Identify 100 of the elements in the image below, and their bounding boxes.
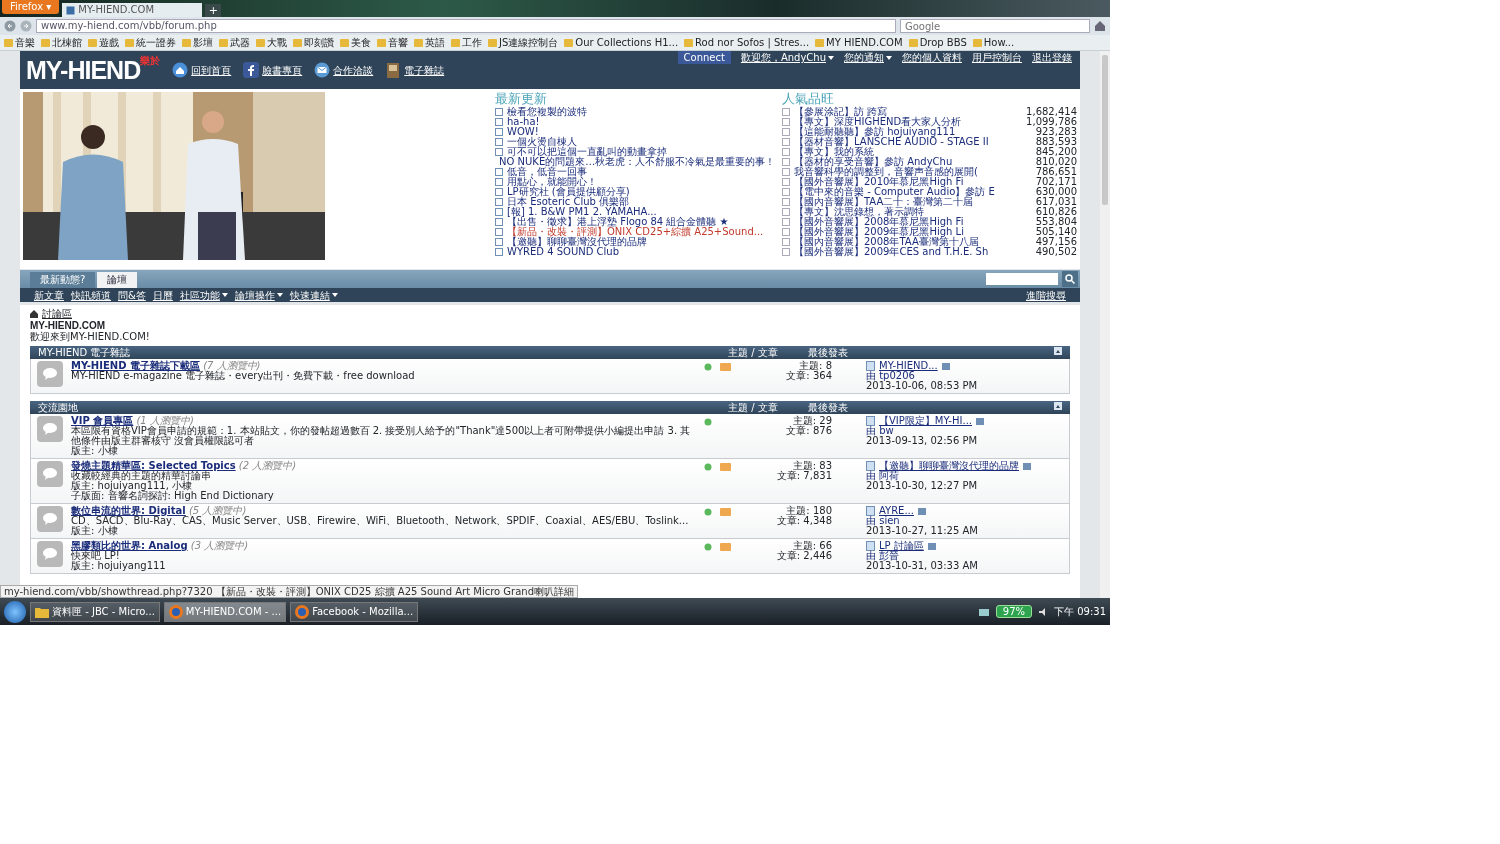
thread-link[interactable]: 【參展涂記】訪 跨寫 xyxy=(794,107,888,117)
thread-link[interactable]: 【邀聽】聊聊臺灣沒代理的品牌 xyxy=(507,237,647,247)
user-menu-link[interactable]: 退出登錄 xyxy=(1032,52,1072,63)
nav-tab[interactable]: 論壇 xyxy=(97,272,138,288)
bookmark[interactable]: Rod nor Sofos | Stres... xyxy=(684,37,810,48)
nav-link[interactable]: 日曆 xyxy=(152,289,173,301)
bookmark[interactable]: 武器 xyxy=(219,37,250,48)
user-menu-link[interactable]: 您的個人資料 xyxy=(902,52,962,63)
taskbar-button[interactable]: Facebook - Mozilla... xyxy=(290,601,419,622)
thread-link[interactable]: WOW! xyxy=(507,127,539,137)
forum-link[interactable]: 發燒主題精華區: Selected Topics xyxy=(71,460,236,471)
viewer-count: (7 人瀏覽中) xyxy=(203,360,261,371)
author-link[interactable]: 由 bw xyxy=(866,426,1060,436)
taskbar-button[interactable]: MY-HIEND.COM - ... xyxy=(163,601,287,622)
thread-link[interactable]: 我音響科學的調整到，音響声音感的展開( xyxy=(794,167,978,177)
bookmark[interactable]: 音響 xyxy=(377,37,408,48)
thread-link[interactable]: 檢看您複製的波特 xyxy=(507,107,587,117)
bookmark[interactable]: 音樂 xyxy=(4,37,35,48)
bookmark[interactable]: 影壇 xyxy=(182,37,213,48)
nav-link[interactable]: 問&答 xyxy=(118,289,146,301)
thread-link[interactable]: LP研究社 (會員提供顧分享) xyxy=(507,187,630,197)
nav-link[interactable]: 合作洽談 xyxy=(314,62,374,78)
bookmark[interactable]: 美食 xyxy=(340,37,371,48)
thread-link[interactable]: 【新品・改裝・評測】ONIX CD25+綜擴 A25+Sound... xyxy=(507,227,764,237)
thread-link[interactable]: 【國內音響展】2008年TAA臺灣第十八屆 xyxy=(794,237,979,247)
thread-link[interactable]: 【國外音響展】2008年慕尼黑High Fi xyxy=(794,217,964,227)
bookmark[interactable]: Our Collections H1... xyxy=(564,37,679,48)
bookmark[interactable]: 統一證券 xyxy=(125,37,176,48)
thread-link[interactable]: 【國外音響展】2009年CES and T.H.E. Sh xyxy=(794,247,989,257)
connect-button[interactable]: Connect xyxy=(677,51,731,64)
bookmark[interactable]: Drop BBS xyxy=(908,37,967,48)
nav-link[interactable]: 臉書專頁 xyxy=(243,62,303,78)
nav-link[interactable]: 社區功能 xyxy=(179,289,220,301)
author-link[interactable]: 由 sien xyxy=(866,516,1060,526)
last-post-link[interactable]: LP 討論區 xyxy=(879,541,924,551)
search-field[interactable]: Google xyxy=(900,19,1090,33)
user-menu-link[interactable]: 歡迎您，AndyChu xyxy=(740,52,826,63)
thread-link[interactable]: 【這能耐聽聽】參訪 hojuiyang111 xyxy=(794,127,956,137)
bookmark[interactable]: MY HIEND.COM xyxy=(815,37,903,48)
thread-link[interactable]: 【專文】深度HIGHEND看大家人分析 xyxy=(794,117,962,127)
bookmark[interactable]: 北棟館 xyxy=(41,37,82,48)
forum-link[interactable]: 數位串流的世界: Digital xyxy=(71,505,186,516)
thread-link[interactable]: 【器材的享受音響】參訪 AndyChu xyxy=(794,157,953,167)
last-post-link[interactable]: MY-HIEND... xyxy=(879,361,938,371)
thread-link[interactable]: 日本 Esoteric Club 俱樂部 xyxy=(507,197,630,207)
taskbar-button[interactable]: 資料匣 - JBC - Micro... xyxy=(30,601,160,622)
nav-link[interactable]: 論壇操作 xyxy=(234,289,275,301)
nav-link[interactable]: 快速連結 xyxy=(289,289,330,301)
nav-link[interactable]: 新文章 xyxy=(34,289,64,301)
last-post-link[interactable]: AYRE... xyxy=(879,506,914,516)
last-post-link[interactable]: 【VIP限定】MY-HI... xyxy=(879,416,972,426)
user-menu-link[interactable]: 您的通知 xyxy=(844,52,884,63)
bookmark[interactable]: JS連線控制台 xyxy=(488,37,559,48)
thread-link[interactable]: ha-ha! xyxy=(507,117,540,127)
thread-link[interactable]: 用點心，就能開心！ xyxy=(507,177,597,187)
forum-link[interactable]: 黑膠類比的世界: Analog xyxy=(71,540,188,551)
moderator-text: 版主: hojuiyang111, 小棣 xyxy=(71,481,193,491)
thread-link[interactable]: 【國外音響展】2010年慕尼黑High Fi xyxy=(794,177,964,187)
nav-link[interactable]: 回到首頁 xyxy=(172,62,232,78)
subforum-link[interactable]: 子版面: 音響名詞探討: High End Dictionary xyxy=(71,491,696,501)
thread-link[interactable]: 【出售・徵求】港上浮墊 Flogo 84 組合金體聽 ★ xyxy=(507,217,729,227)
nav-link[interactable]: 電子雜誌 xyxy=(385,62,445,78)
thread-link[interactable]: 【電中來的音樂 - Computer Audio】參訪 E xyxy=(794,187,995,197)
scrollbar[interactable] xyxy=(1100,51,1110,598)
author-link[interactable]: 由 tp0206 xyxy=(866,371,1060,381)
thread-link[interactable]: WYRED 4 SOUND Club xyxy=(507,247,620,257)
nav-tab[interactable]: 最新動態? xyxy=(30,272,96,288)
author-link[interactable]: 由 阿荷 xyxy=(866,471,1060,481)
bookmark[interactable]: 工作 xyxy=(451,37,482,48)
thread-link[interactable]: 【國外音響展】2009年慕尼黑High Li xyxy=(794,227,964,237)
bookmark[interactable]: How... xyxy=(972,37,1015,48)
bookmark[interactable]: 即刻讚 xyxy=(293,37,334,48)
thread-link[interactable]: 【專文】我的系統 xyxy=(794,147,874,157)
bookmark[interactable]: 英語 xyxy=(414,37,445,48)
forum-link[interactable]: MY-HIEND 電子雜誌下載區 xyxy=(71,360,200,371)
address-field[interactable]: www.my-hiend.com/vbb/forum.php xyxy=(36,19,896,33)
bookmark[interactable]: 遊戲 xyxy=(88,37,119,48)
column-header: 主題 / 文章 xyxy=(728,347,778,358)
bookmark[interactable]: 大戰 xyxy=(256,37,287,48)
user-menu-link[interactable]: 用戶控制台 xyxy=(972,52,1022,63)
forum-link[interactable]: VIP 會員專區 xyxy=(71,415,134,426)
browser-tab[interactable]: MY-HIEND.COM xyxy=(62,3,203,17)
thread-link[interactable]: 一個火燙自棟人 xyxy=(507,137,577,147)
author-link[interactable]: 由 彭晉 xyxy=(866,551,1060,561)
thread-link[interactable]: 【專文】沈思錄想，著示調特 xyxy=(794,207,924,217)
new-tab-button[interactable]: + xyxy=(205,4,222,17)
thread-link[interactable]: 【器材音響】LANSCHE AUDIO - STAGE II xyxy=(794,137,989,147)
advanced-search-link[interactable]: 進階搜尋 xyxy=(1026,289,1066,301)
breadcrumb-link[interactable]: 討論區 xyxy=(42,308,72,319)
thread-link[interactable]: 低音，低音一回事 xyxy=(507,167,587,177)
last-post-link[interactable]: 【邀聽】聊聊臺灣沒代理的品牌 xyxy=(879,461,1019,471)
thread-link[interactable]: NO NUKE的問題來…秋老虎：人不舒服不冷氣是最重要的事！ xyxy=(499,157,776,167)
search-field[interactable] xyxy=(986,273,1058,285)
thread-link[interactable]: [報] 1. B&W PM1 2. YAMAHA... xyxy=(507,207,657,217)
thread-link[interactable]: 可不可以把這個一直亂叫的動畫拿掉 xyxy=(507,147,667,157)
nav-link[interactable]: 快訊頻道 xyxy=(71,289,111,301)
site-logo[interactable]: MY-HIEND xyxy=(26,56,141,84)
start-button[interactable] xyxy=(4,600,26,623)
search-button[interactable] xyxy=(1062,271,1078,287)
thread-link[interactable]: 【國內音響展】TAA二十：臺灣第二十屆 xyxy=(794,197,974,207)
